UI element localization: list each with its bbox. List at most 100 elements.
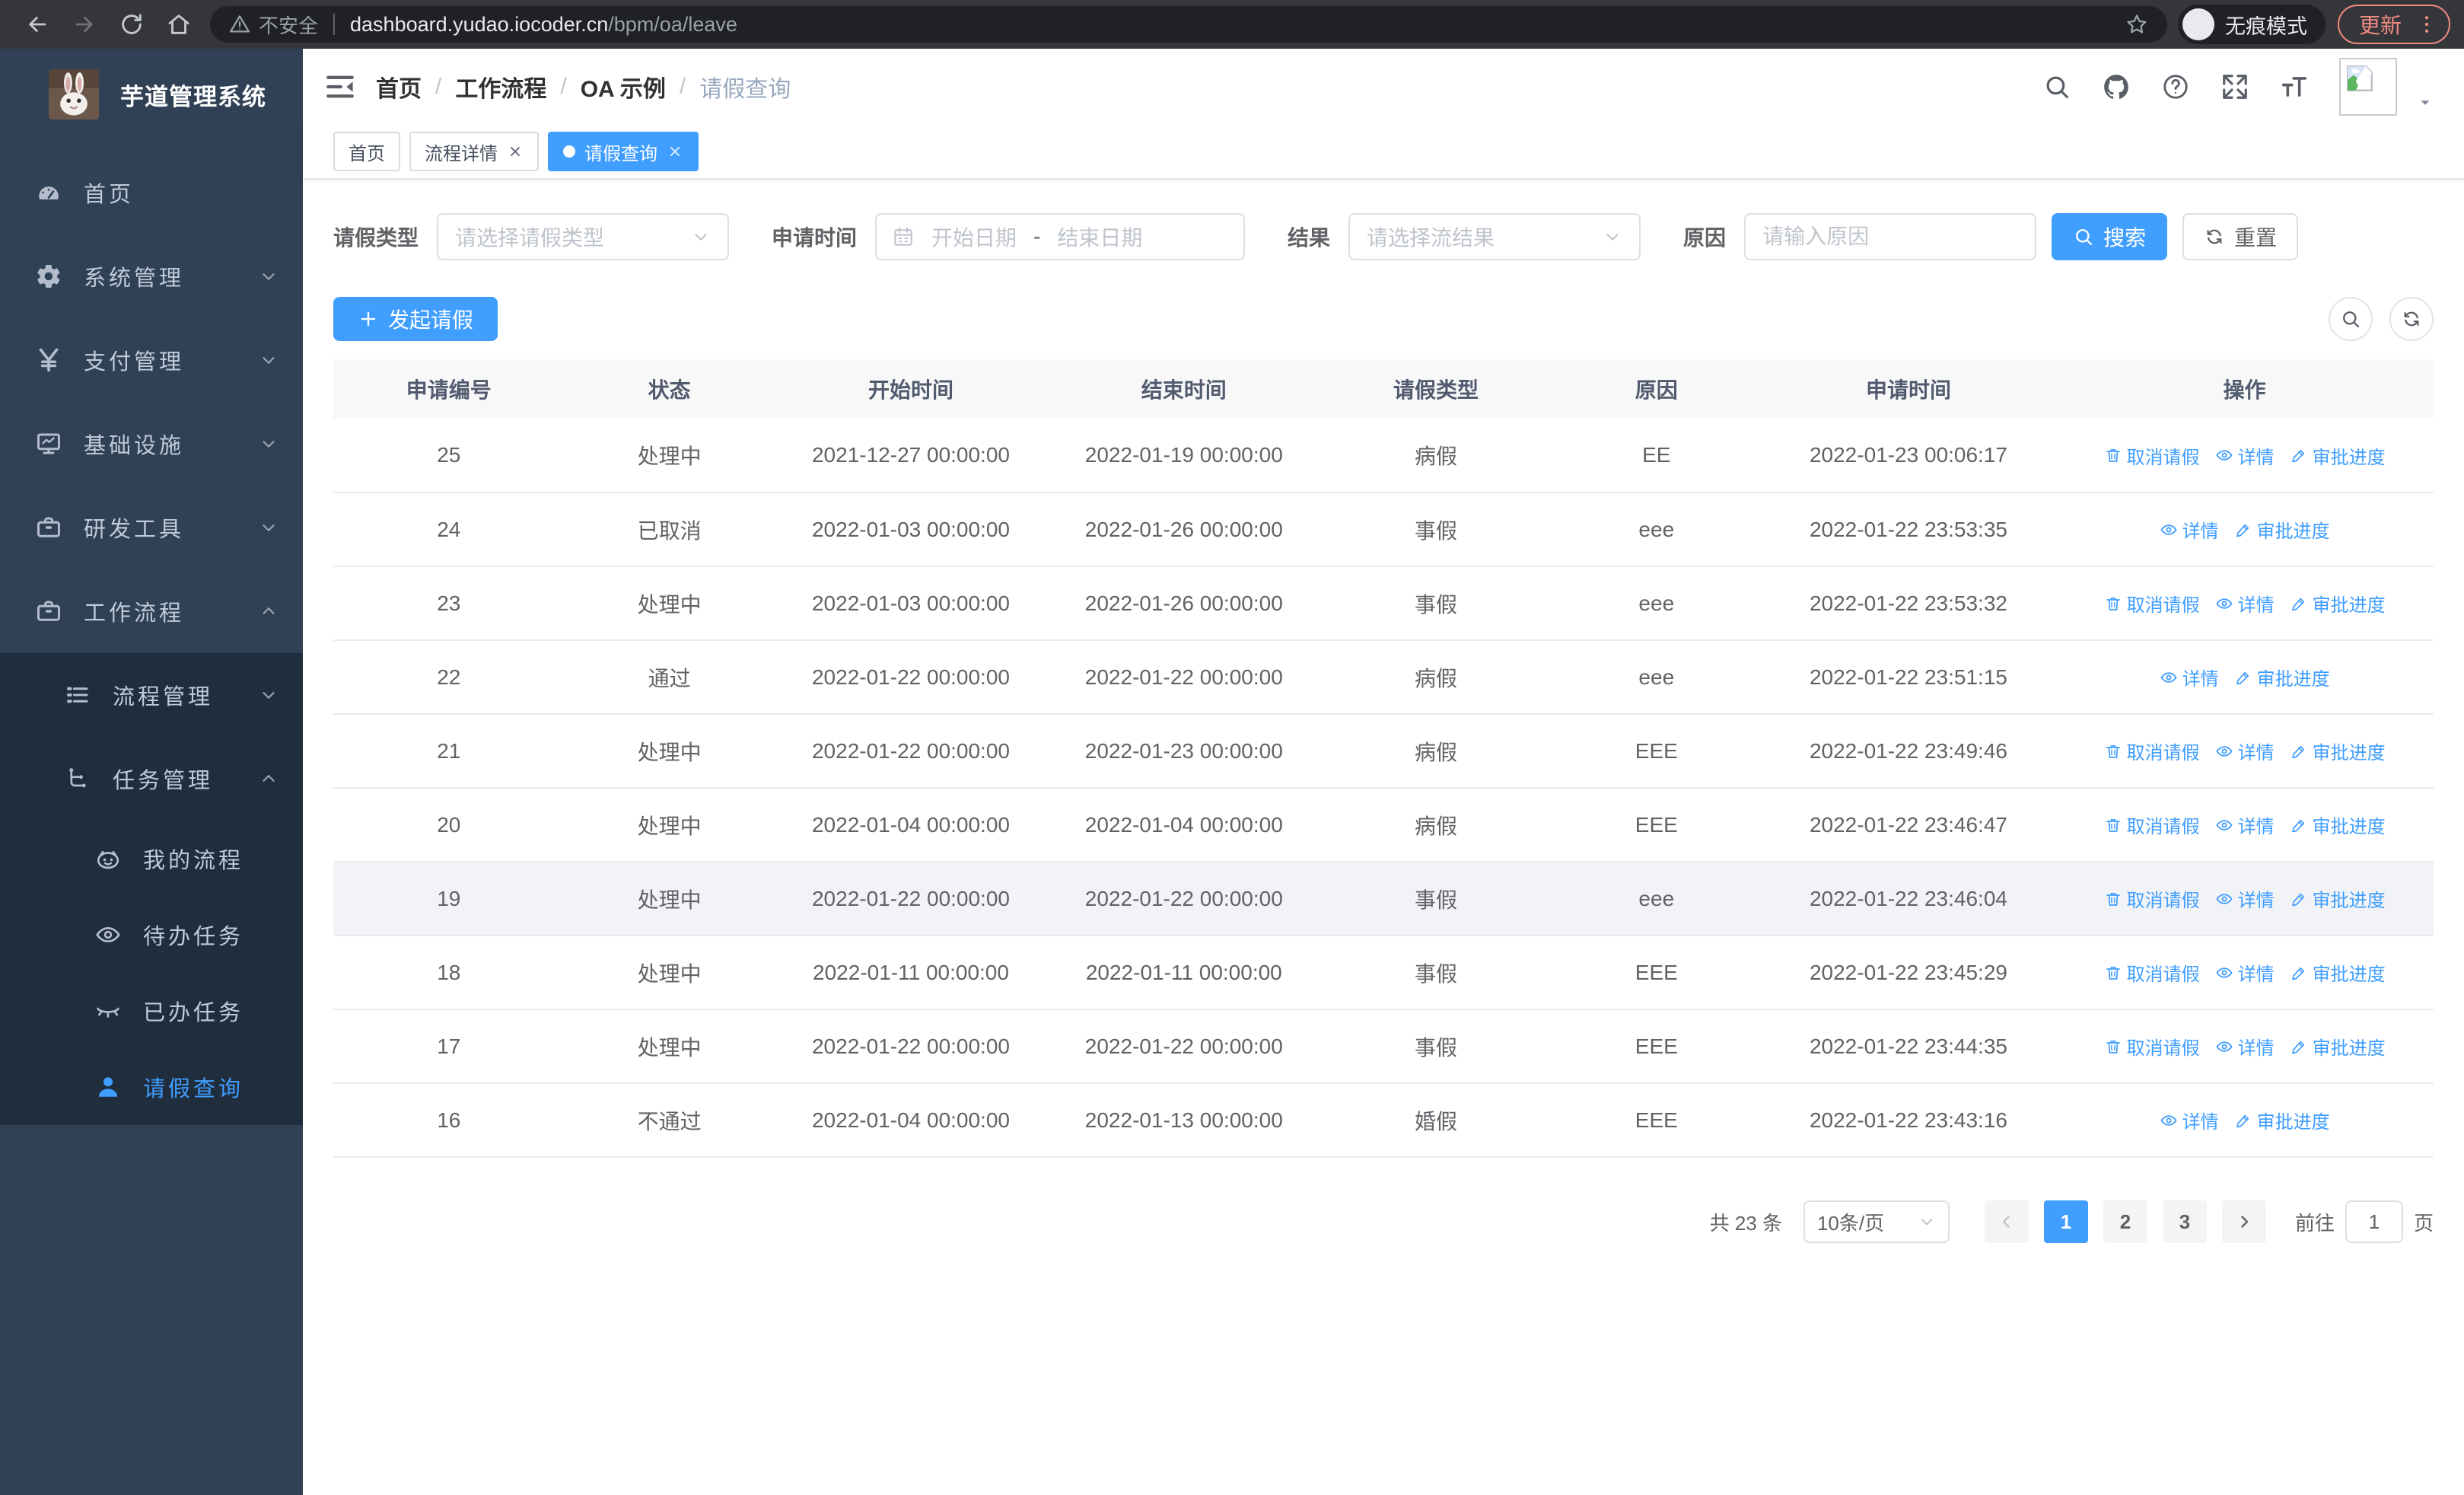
breadcrumb-item[interactable]: 工作流程 bbox=[455, 70, 546, 104]
edit-icon bbox=[2290, 742, 2308, 760]
fullscreen-icon[interactable] bbox=[2220, 72, 2249, 101]
close-icon[interactable] bbox=[507, 143, 524, 160]
tab-process-detail[interactable]: 流程详情 bbox=[409, 132, 539, 171]
sidebar-item-10[interactable]: 已办任务 bbox=[0, 973, 303, 1049]
detail-action-link[interactable]: 详情 bbox=[2215, 590, 2275, 617]
toggle-search-button[interactable] bbox=[2329, 297, 2373, 341]
cancel-action-link[interactable]: 取消请假 bbox=[2104, 442, 2200, 469]
eye-icon bbox=[2160, 1111, 2178, 1130]
breadcrumb-item[interactable]: OA 示例 bbox=[581, 70, 666, 104]
cell-id: 23 bbox=[333, 566, 565, 641]
prev-page-button[interactable] bbox=[1984, 1200, 2029, 1243]
page-button-3[interactable]: 3 bbox=[2162, 1200, 2207, 1243]
detail-action-link[interactable]: 详情 bbox=[2215, 738, 2275, 764]
detail-action-link[interactable]: 详情 bbox=[2215, 1033, 2275, 1060]
app-logo-row[interactable]: 芋道管理系统 bbox=[0, 49, 303, 140]
search-button[interactable]: 搜索 bbox=[2052, 213, 2168, 260]
apply-time-range-picker[interactable]: 开始日期 - 结束日期 bbox=[875, 213, 1246, 260]
sidebar-item-label: 支付管理 bbox=[84, 350, 185, 375]
progress-action-link[interactable]: 审批进度 bbox=[2290, 959, 2386, 986]
github-icon[interactable] bbox=[2102, 72, 2131, 101]
detail-action-link[interactable]: 详情 bbox=[2160, 516, 2219, 543]
goto-label: 前往 bbox=[2294, 1211, 2335, 1235]
cancel-action-link[interactable]: 取消请假 bbox=[2104, 738, 2200, 764]
cancel-action-link[interactable]: 取消请假 bbox=[2104, 590, 2200, 617]
progress-action-link[interactable]: 审批进度 bbox=[2234, 664, 2330, 690]
tab-home[interactable]: 首页 bbox=[333, 132, 400, 171]
sidebar-item-8[interactable]: 我的流程 bbox=[0, 821, 303, 897]
address-bar[interactable]: 不安全 dashboard.yudao.iocoder.cn/bpm/oa/le… bbox=[210, 6, 2167, 43]
eye-icon bbox=[2215, 1038, 2233, 1056]
bookmark-star-icon[interactable] bbox=[2125, 12, 2149, 37]
cell-apply_time: 2022-01-22 23:53:32 bbox=[1761, 566, 2056, 641]
breadcrumb-item[interactable]: 首页 bbox=[376, 70, 422, 104]
browser-back-icon[interactable] bbox=[21, 8, 54, 41]
browser-home-icon[interactable] bbox=[162, 8, 196, 41]
detail-action-link[interactable]: 详情 bbox=[2215, 959, 2275, 986]
sidebar-item-2[interactable]: 支付管理 bbox=[0, 318, 303, 402]
detail-action-link[interactable]: 详情 bbox=[2160, 664, 2219, 690]
sidebar-item-4[interactable]: 研发工具 bbox=[0, 486, 303, 569]
help-icon[interactable] bbox=[2161, 72, 2190, 101]
reset-button[interactable]: 重置 bbox=[2182, 213, 2299, 260]
cancel-action-link[interactable]: 取消请假 bbox=[2104, 1033, 2200, 1060]
avatar[interactable] bbox=[2339, 58, 2397, 116]
monitor-icon bbox=[35, 430, 62, 457]
tab-leave-query[interactable]: 请假查询 bbox=[548, 132, 699, 171]
cancel-action-link[interactable]: 取消请假 bbox=[2104, 959, 2200, 986]
detail-action-link[interactable]: 详情 bbox=[2215, 811, 2275, 838]
sidebar-item-5[interactable]: 工作流程 bbox=[0, 569, 303, 653]
cancel-action-link[interactable]: 取消请假 bbox=[2104, 811, 2200, 838]
next-page-button[interactable] bbox=[2221, 1200, 2266, 1243]
sidebar-item-7[interactable]: 任务管理 bbox=[0, 737, 303, 821]
progress-action-link[interactable]: 审批进度 bbox=[2290, 442, 2386, 469]
progress-action-link[interactable]: 审批进度 bbox=[2290, 811, 2386, 838]
cancel-action-link[interactable]: 取消请假 bbox=[2104, 885, 2200, 912]
sidebar-item-1[interactable]: 系统管理 bbox=[0, 234, 303, 318]
update-label: 更新 bbox=[2358, 14, 2402, 37]
page-size-select[interactable]: 10条/页 bbox=[1803, 1200, 1950, 1243]
sidebar-item-3[interactable]: 基础设施 bbox=[0, 402, 303, 486]
font-size-icon[interactable] bbox=[2280, 72, 2309, 101]
leave-type-select[interactable]: 请选择请假类型 bbox=[437, 213, 730, 260]
detail-action-link[interactable]: 详情 bbox=[2215, 885, 2275, 912]
progress-action-link[interactable]: 审批进度 bbox=[2290, 590, 2386, 617]
browser-forward-icon[interactable] bbox=[68, 8, 101, 41]
incognito-chip: 无痕模式 bbox=[2177, 5, 2326, 44]
detail-action-link[interactable]: 详情 bbox=[2160, 1107, 2219, 1133]
cell-apply_time: 2022-01-22 23:44:35 bbox=[1761, 1009, 2056, 1084]
sidebar-collapse-icon[interactable] bbox=[324, 71, 356, 103]
edit-icon bbox=[2290, 964, 2308, 982]
create-leave-button[interactable]: 发起请假 bbox=[333, 297, 498, 341]
sidebar-item-9[interactable]: 待办任务 bbox=[0, 897, 303, 973]
page-button-2[interactable]: 2 bbox=[2103, 1200, 2147, 1243]
progress-action-label: 审批进度 bbox=[2312, 447, 2386, 468]
progress-action-link[interactable]: 审批进度 bbox=[2234, 516, 2330, 543]
search-icon[interactable] bbox=[2042, 72, 2071, 101]
progress-action-link[interactable]: 审批进度 bbox=[2290, 738, 2386, 764]
sidebar-item-6[interactable]: 流程管理 bbox=[0, 653, 303, 737]
cell-apply_time: 2022-01-22 23:49:46 bbox=[1761, 714, 2056, 789]
cell-status: 已取消 bbox=[564, 492, 775, 567]
reason-input[interactable] bbox=[1762, 225, 2019, 249]
refresh-table-button[interactable] bbox=[2389, 297, 2434, 341]
sidebar-item-11[interactable]: 请假查询 bbox=[0, 1049, 303, 1125]
cell-actions: 详情 审批进度 bbox=[2055, 492, 2434, 567]
goto-page-input[interactable] bbox=[2345, 1200, 2403, 1243]
result-select[interactable]: 请选择流结果 bbox=[1348, 213, 1641, 260]
sidebar-item-0[interactable]: 首页 bbox=[0, 151, 303, 234]
progress-action-link[interactable]: 审批进度 bbox=[2290, 1033, 2386, 1060]
browser-menu-icon[interactable] bbox=[2415, 13, 2438, 36]
cancel-action-label: 取消请假 bbox=[2126, 743, 2200, 763]
list-icon bbox=[64, 681, 91, 709]
progress-action-link[interactable]: 审批进度 bbox=[2290, 885, 2386, 912]
close-icon[interactable] bbox=[667, 143, 683, 160]
browser-reload-icon[interactable] bbox=[115, 8, 148, 41]
progress-action-link[interactable]: 审批进度 bbox=[2234, 1107, 2330, 1133]
detail-action-label: 详情 bbox=[2237, 447, 2275, 468]
page-button-1[interactable]: 1 bbox=[2043, 1200, 2088, 1243]
detail-action-link[interactable]: 详情 bbox=[2215, 442, 2275, 469]
cancel-action-label: 取消请假 bbox=[2126, 447, 2200, 468]
avatar-caret-icon[interactable] bbox=[2417, 94, 2434, 111]
update-chip[interactable]: 更新 bbox=[2337, 5, 2450, 44]
